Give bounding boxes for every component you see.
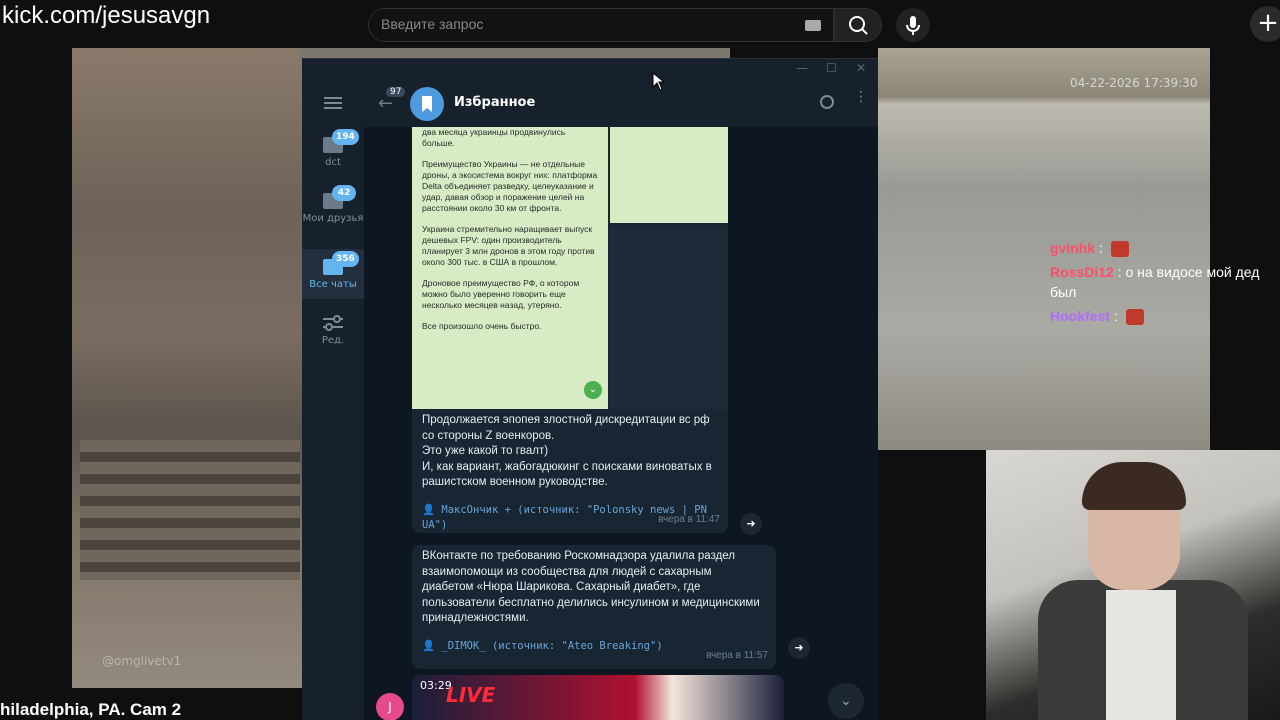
folder-label: Все чаты (309, 279, 357, 290)
emote-icon (1125, 309, 1144, 326)
message-list: два месяца украинцы продвинулись больше.… (364, 127, 878, 720)
mouse-cursor-icon (652, 72, 666, 91)
bookmark-icon (422, 96, 432, 112)
folder-label: dct (325, 157, 341, 168)
message-text: ВКонтакте по требованию Роскомнадзора уд… (422, 550, 760, 624)
video-logo: LIVE (446, 683, 496, 707)
message-bubble[interactable]: Продолжается эпопея злостной дискредитац… (412, 409, 728, 533)
unread-badge: 194 (332, 129, 359, 145)
chat-username: Hookfest (1050, 308, 1110, 324)
chat-header: ← 97 Избранное ⋮ (364, 81, 878, 127)
folder-friends[interactable]: 42 Мои друзья (302, 185, 364, 243)
video-message[interactable]: 03:29 LIVE (412, 675, 784, 720)
stream-timestamp: 04-22-2026 17:39:30 (1070, 76, 1198, 90)
close-button[interactable]: ✕ (856, 61, 866, 75)
url-text[interactable]: kick.com/jesusavgn (2, 2, 210, 30)
chat-username: gvinhk (1050, 240, 1096, 256)
download-icon[interactable]: ⌄ (584, 381, 602, 399)
maximize-button[interactable]: ☐ (826, 61, 837, 75)
create-button[interactable]: + (1250, 6, 1280, 42)
image-text-line: Преимущество Украины — не отдельные дрон… (422, 159, 598, 213)
more-vertical-icon[interactable]: ⋮ (854, 90, 868, 109)
stream-chat-overlay: gvinhk : RossDi12 : о на видосе мой дед … (1050, 238, 1275, 330)
unread-badge: 356 (332, 251, 359, 267)
folder-label: Мои друзья (302, 213, 364, 224)
folders-sidebar: 194 dct 42 Мои друзья 356 Все чаты Ред. (302, 81, 364, 720)
chat-message: Hookfest : (1050, 306, 1275, 326)
forward-icon[interactable]: ➜ (788, 637, 810, 659)
stream-caption: hiladelphia, PA. Cam 2 (0, 700, 182, 719)
folder-edit[interactable]: Ред. (302, 315, 364, 355)
search-box[interactable] (368, 8, 834, 42)
emote-icon (1110, 241, 1129, 258)
search-button[interactable] (834, 8, 882, 42)
message-image-album[interactable]: два месяца украинцы продвинулись больше.… (412, 127, 728, 409)
saved-messages-avatar[interactable] (410, 87, 444, 121)
forward-icon[interactable]: ➜ (740, 513, 762, 535)
chat-title[interactable]: Избранное (454, 95, 535, 110)
search-icon (849, 16, 868, 35)
webcam-hair (1082, 462, 1186, 510)
search-icon[interactable] (820, 95, 834, 109)
webcam-shirt (1106, 590, 1176, 720)
image-text-line: два месяца украинцы продвинулись больше. (422, 127, 566, 148)
streamer-webcam (986, 450, 1280, 720)
back-unread-badge: 97 (386, 87, 406, 97)
telegram-window: — ☐ ✕ 194 dct 42 Мои друзья 356 Все чаты… (302, 58, 878, 720)
window-titlebar: — ☐ ✕ (302, 59, 878, 81)
minimize-button[interactable]: — (796, 61, 808, 75)
chat-message: gvinhk : (1050, 238, 1275, 258)
keyboard-icon[interactable] (805, 20, 821, 31)
chat-username: RossDi12 (1050, 264, 1114, 280)
image-text-line: Украина стремительно наращивает выпуск д… (422, 224, 595, 267)
chat-message: RossDi12 : о на видосе мой дед был (1050, 262, 1275, 302)
message-bubble[interactable]: ВКонтакте по требованию Роскомнадзора уд… (412, 545, 776, 669)
microphone-icon (906, 16, 920, 35)
message-time: вчера в 11:47 (658, 513, 720, 525)
user-avatar[interactable]: J (376, 693, 404, 720)
unread-badge: 42 (332, 185, 356, 201)
sliders-icon (323, 315, 343, 331)
folder-label: Ред. (321, 335, 345, 346)
voice-search-button[interactable] (896, 8, 930, 42)
screenshot-image-small (610, 127, 728, 223)
image-text-line: Дроновое преимущество РФ, о котором можн… (422, 278, 580, 310)
hamburger-menu-icon[interactable] (324, 97, 342, 109)
stream-stairs (80, 440, 300, 580)
browser-top-bar: kick.com/jesusavgn + (0, 0, 1280, 48)
stream-watermark: @omglivetv1 (102, 654, 182, 668)
stream-camera-left (72, 48, 304, 688)
scroll-down-icon[interactable]: ⌄ (828, 683, 864, 719)
screenshot-text-image: два месяца украинцы продвинулись больше.… (412, 127, 608, 409)
message-time: вчера в 11:57 (706, 649, 768, 661)
search-input[interactable] (381, 16, 781, 32)
screenshot-image-dark (610, 227, 728, 409)
image-text-line: Все произошло очень быстро. (422, 321, 542, 331)
message-text: Продолжается эпопея злостной дискредитац… (422, 414, 712, 488)
folder-all-chats[interactable]: 356 Все чаты (302, 249, 364, 299)
folder-dct[interactable]: 194 dct (302, 129, 364, 181)
